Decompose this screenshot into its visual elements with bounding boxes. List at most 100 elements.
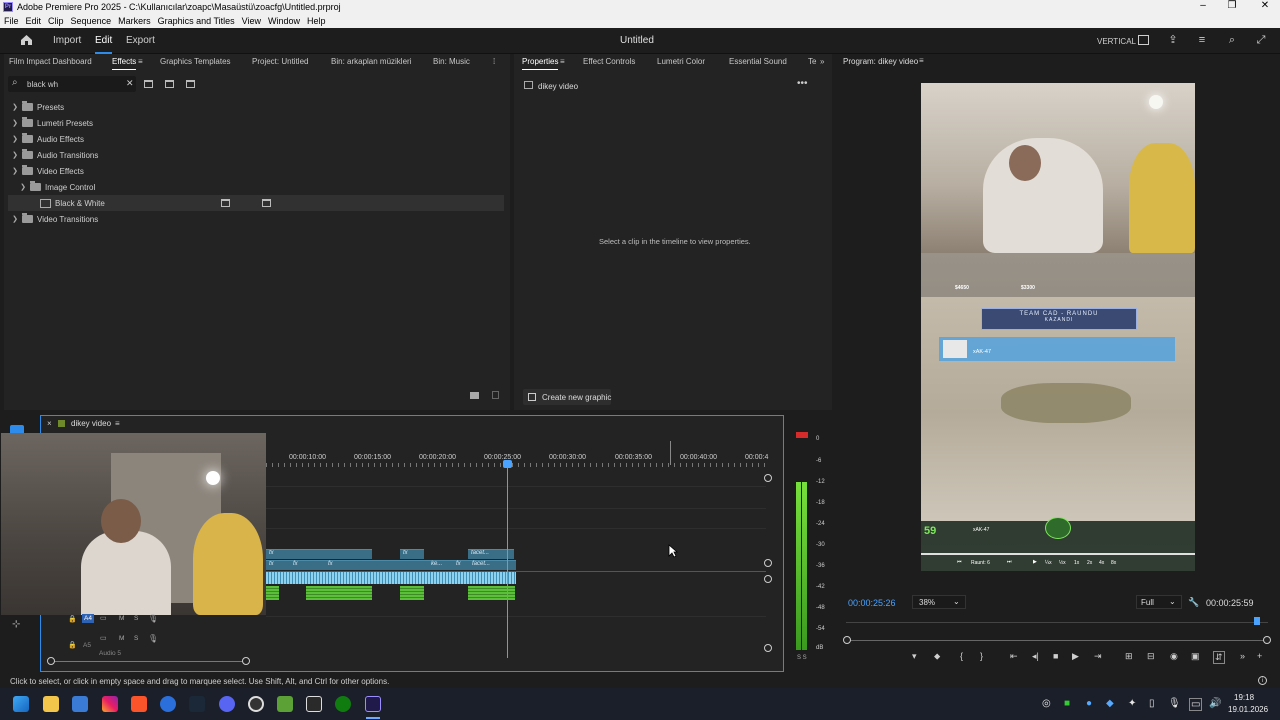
lock-icon[interactable]: 🔒: [68, 615, 77, 623]
import-tab[interactable]: Import: [53, 35, 81, 46]
delete-icon[interactable]: [492, 391, 499, 399]
panel-icon[interactable]: [1138, 35, 1149, 45]
tree-item-black-white[interactable]: Black & White: [8, 195, 504, 211]
accelerated-effects-icon[interactable]: [144, 80, 153, 88]
ripple-tool-icon[interactable]: ⊹: [12, 619, 20, 630]
share-icon[interactable]: ⇪: [1167, 34, 1179, 46]
more-controls-icon[interactable]: »: [1240, 651, 1245, 661]
menu-graphics-and-titles[interactable]: Graphics and Titles: [158, 16, 235, 26]
fullscreen-icon[interactable]: ⤢: [1255, 34, 1267, 46]
playhead-handle[interactable]: [503, 460, 512, 468]
solo-button[interactable]: S: [134, 635, 138, 642]
tab-project[interactable]: Project: Untitled: [252, 57, 308, 66]
tab-bin-arkaplan[interactable]: Bin: arkaplan müzikleri: [331, 57, 411, 66]
vertical-zoom-handle[interactable]: [764, 474, 772, 482]
menu-sequence[interactable]: Sequence: [71, 16, 112, 26]
close-sequence-icon[interactable]: ×: [47, 419, 52, 428]
tray-display-icon[interactable]: ▭: [1189, 698, 1203, 711]
microphone-icon[interactable]: 🎙: [148, 614, 158, 623]
tabs-overflow-icon[interactable]: ⁞: [493, 57, 495, 66]
resolution-dropdown[interactable]: Full ⌄: [1136, 595, 1182, 609]
menu-edit[interactable]: Edit: [26, 16, 42, 26]
export-tab[interactable]: Export: [126, 35, 155, 46]
maximize-button[interactable]: ❐: [1217, 0, 1247, 11]
audio-clip-green[interactable]: [306, 586, 372, 600]
more-options-icon[interactable]: •••: [797, 78, 808, 89]
tab-effects[interactable]: Effects: [112, 57, 137, 70]
tree-item-video-effects[interactable]: ❯ Video Effects: [10, 163, 506, 179]
lock-icon[interactable]: 🔒: [68, 641, 77, 649]
tab-menu-icon[interactable]: ≡: [560, 57, 565, 66]
menu-view[interactable]: View: [242, 16, 261, 26]
zoom-handle-left[interactable]: [843, 636, 851, 644]
brave-icon[interactable]: [131, 696, 147, 712]
minimize-button[interactable]: –: [1188, 0, 1218, 11]
mark-out-icon[interactable]: }: [980, 651, 983, 661]
tabs-overflow-icon[interactable]: »: [820, 57, 824, 66]
tree-item-presets[interactable]: ❯ Presets: [10, 99, 506, 115]
file-explorer-icon[interactable]: [43, 696, 59, 712]
sequence-tab[interactable]: dikey video: [71, 419, 111, 428]
add-marker-icon[interactable]: ⬥: [934, 651, 940, 662]
workspace-switcher[interactable]: VERTICAL: [1097, 37, 1136, 46]
proxy-toggle-icon[interactable]: ⇵: [1213, 651, 1225, 664]
search-icon[interactable]: ⌕: [1226, 34, 1238, 46]
tab-properties[interactable]: Properties: [522, 57, 559, 70]
audio-clip-green[interactable]: [266, 586, 279, 600]
add-button-icon[interactable]: +: [1257, 651, 1262, 661]
tab-lumetri-color[interactable]: Lumetri Color: [657, 57, 705, 66]
new-bin-icon[interactable]: [470, 392, 479, 399]
32bit-effects-icon[interactable]: [165, 80, 174, 88]
timeline-playhead[interactable]: [507, 460, 508, 658]
insert-icon[interactable]: ⊞: [1125, 651, 1133, 662]
zoom-scroll-bar[interactable]: [846, 640, 1268, 641]
tree-item-lumetri-presets[interactable]: ❯ Lumetri Presets: [10, 115, 506, 131]
vertical-zoom-handle[interactable]: [764, 559, 772, 567]
tab-film-impact[interactable]: Film Impact Dashboard: [9, 57, 92, 66]
audio-clip-green[interactable]: [400, 586, 424, 600]
tray-steam-icon[interactable]: ✦: [1128, 698, 1136, 709]
program-video-frame[interactable]: $4650 $3300 TEAM CAD - RAUNDU KAZANDI xA…: [921, 83, 1195, 571]
edit-tab[interactable]: Edit: [95, 35, 113, 54]
sync-lock-icon[interactable]: ▭: [100, 634, 107, 642]
close-button[interactable]: ✕: [1250, 0, 1280, 11]
menu-file[interactable]: File: [4, 16, 19, 26]
minecraft-icon[interactable]: [277, 696, 293, 712]
go-to-in-icon[interactable]: ⇤: [1010, 651, 1018, 662]
clock-date[interactable]: 19.01.2026: [1228, 705, 1268, 714]
tab-menu-icon[interactable]: ≡: [919, 56, 924, 65]
create-new-graphic-button[interactable]: Create new graphic: [523, 389, 611, 405]
premiere-icon[interactable]: [365, 696, 381, 712]
menu-help[interactable]: Help: [307, 16, 326, 26]
sync-lock-icon[interactable]: ▭: [100, 614, 107, 622]
mute-button[interactable]: M: [119, 615, 124, 622]
microphone-icon[interactable]: 🎙: [148, 634, 158, 643]
export-frame-icon[interactable]: ◉: [1170, 651, 1178, 662]
video-clip[interactable]: fx: [266, 549, 372, 559]
steam-icon[interactable]: [189, 696, 205, 712]
solo-button[interactable]: S: [134, 615, 138, 622]
stop-icon[interactable]: ■: [1053, 651, 1058, 661]
tab-essential-sound[interactable]: Essential Sound: [729, 57, 787, 66]
play-icon[interactable]: ▶: [1072, 651, 1079, 662]
timeline-ruler-ticks[interactable]: [266, 463, 766, 467]
zoom-dropdown[interactable]: 38% ⌄: [912, 595, 966, 609]
menu-markers[interactable]: Markers: [118, 16, 151, 26]
menu-lines-icon[interactable]: ≡: [1196, 34, 1208, 46]
track-a4-target[interactable]: A4: [82, 614, 94, 623]
tree-item-video-transitions[interactable]: ❯ Video Transitions: [10, 211, 506, 227]
zoom-handle-right[interactable]: [1263, 636, 1271, 644]
step-back-icon[interactable]: ◂|: [1032, 651, 1039, 662]
chevron-right-icon[interactable]: ❯: [10, 119, 20, 127]
mark-in-icon[interactable]: {: [960, 651, 963, 661]
step-forward-icon[interactable]: ⇥: [1094, 651, 1102, 662]
mini-timeline-ruler[interactable]: [846, 622, 1268, 623]
tray-volume-icon[interactable]: 🔊: [1209, 698, 1221, 709]
mute-button[interactable]: M: [119, 635, 124, 642]
effects-search-field[interactable]: ⌕ black wh ✕: [8, 76, 136, 92]
discord-icon[interactable]: [219, 696, 235, 712]
clock-time[interactable]: 19:18: [1234, 693, 1254, 702]
wrench-icon[interactable]: 🔧: [1188, 597, 1199, 608]
tab-effect-controls[interactable]: Effect Controls: [583, 57, 635, 66]
vertical-zoom-handle[interactable]: [764, 644, 772, 652]
